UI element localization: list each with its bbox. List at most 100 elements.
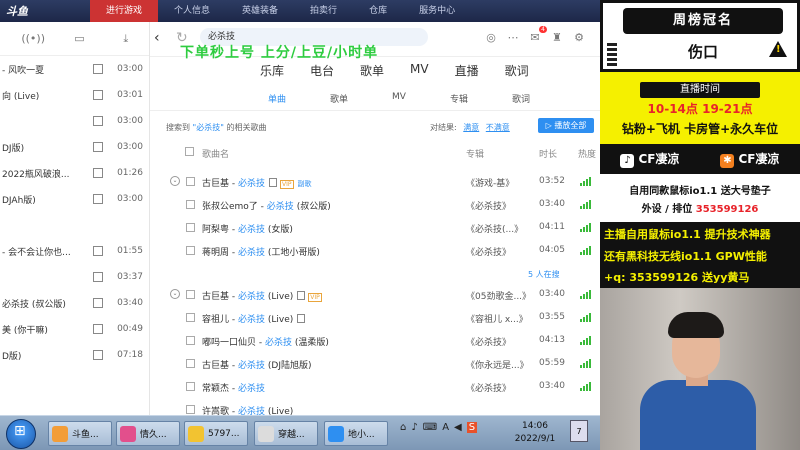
song-checkbox[interactable] <box>186 200 195 209</box>
song-row[interactable]: ⌄ 古巨基 - 必杀技 VIP 副歌 《游戏-基》 03:52 <box>150 171 600 194</box>
song-row[interactable]: 古巨基 - 必杀技 (DJ陆旭版) 《你永远是...》 05:59 <box>150 353 600 376</box>
song-row[interactable]: 张叔公emo了 - 必杀技 (叔公版) 《必杀技》 03:40 <box>150 194 600 217</box>
mv-icon[interactable] <box>297 314 306 323</box>
song-artist[interactable]: 嘟吗一口仙贝 <box>202 338 256 348</box>
tab-warehouse[interactable]: 仓库 <box>353 0 403 22</box>
song-name[interactable]: 必杀技 <box>238 361 265 371</box>
playlist-item[interactable]: - 会不会让你也... 01:55 <box>0 238 149 264</box>
song-checkbox[interactable] <box>186 290 195 299</box>
expand-icon[interactable]: ⌄ <box>170 176 180 186</box>
song-row[interactable]: 阿梨粤 - 必杀技 (女版) 《必杀技(...》 04:11 <box>150 217 600 240</box>
song-artist[interactable]: 蒋明周 <box>202 248 229 258</box>
playlist-item[interactable]: DJ版) 03:00 <box>0 134 149 160</box>
taskbar-item[interactable]: 地小... <box>324 421 388 446</box>
volume-icon[interactable]: ◀ <box>454 422 462 433</box>
mv-icon[interactable] <box>297 291 306 300</box>
song-artist[interactable]: 古巨基 <box>202 292 229 302</box>
tab-auction[interactable]: 拍卖行 <box>294 0 353 22</box>
song-album[interactable]: 《游戏-基》 <box>466 176 514 189</box>
tab-playlists[interactable]: 歌单 <box>360 62 384 79</box>
subtab-lyrics[interactable]: 歌词 <box>512 92 530 105</box>
song-album[interactable]: 《必杀技》 <box>466 245 511 258</box>
show-desktop-button[interactable]: 7 <box>570 420 588 442</box>
tab-radio[interactable]: 电台 <box>310 62 334 79</box>
song-artist[interactable]: 张叔公emo了 <box>202 202 258 212</box>
dots-icon[interactable]: ⋯ <box>506 30 520 44</box>
playlist-item[interactable]: 2022瓶风破浪... 01:26 <box>0 160 149 186</box>
mv-icon[interactable] <box>93 142 103 152</box>
start-button[interactable] <box>6 419 36 449</box>
mv-icon[interactable] <box>93 64 103 74</box>
song-album[interactable]: 《容祖儿 x...》 <box>466 312 528 325</box>
song-checkbox[interactable] <box>186 336 195 345</box>
playlist-item[interactable]: 03:00 <box>0 108 149 134</box>
song-artist[interactable]: 古巨基 <box>202 179 229 189</box>
mv-icon[interactable] <box>93 350 103 360</box>
song-checkbox[interactable] <box>186 177 195 186</box>
radio-icon[interactable]: ((•)) <box>21 32 45 46</box>
song-album[interactable]: 《你永远是...》 <box>466 358 529 371</box>
mv-icon[interactable] <box>93 168 103 178</box>
song-row[interactable]: ⌄ 古巨基 - 必杀技 (Live) VIP 《05劲歌金...》 03:40 <box>150 284 600 307</box>
song-artist[interactable]: 古巨基 <box>202 361 229 371</box>
playlist-item[interactable]: - 风吹一夏 03:00 <box>0 56 149 82</box>
playlist-item[interactable]: 向 (Live) 03:01 <box>0 82 149 108</box>
song-artist[interactable]: 常颖杰 <box>202 384 229 394</box>
tab-hero-equipment[interactable]: 英雄装备 <box>226 0 294 22</box>
song-checkbox[interactable] <box>186 405 195 414</box>
sogou-icon[interactable]: S <box>466 422 478 433</box>
skin-icon[interactable]: ♜ <box>550 30 564 44</box>
mv-icon[interactable] <box>93 194 103 204</box>
tab-live[interactable]: 直播 <box>455 62 479 79</box>
playlist-item[interactable]: DJAh版) 03:00 <box>0 186 149 212</box>
song-name[interactable]: 必杀技 <box>238 292 265 302</box>
song-album[interactable]: 《必杀技(...》 <box>466 222 523 235</box>
back-arrow-icon[interactable]: ‹ <box>154 30 160 46</box>
song-name[interactable]: 必杀技 <box>267 202 294 212</box>
song-checkbox[interactable] <box>186 313 195 322</box>
tab-service[interactable]: 服务中心 <box>403 0 471 22</box>
keyboard-icon[interactable]: ⌨ <box>423 422 437 433</box>
song-name[interactable]: 必杀技 <box>265 338 292 348</box>
feedback-satisfied-link[interactable]: 满意 <box>463 123 479 132</box>
song-album[interactable]: 《必杀技》 <box>466 335 511 348</box>
playlist-item[interactable]: D版) 07:18 <box>0 342 149 368</box>
playlist-item[interactable] <box>0 212 149 238</box>
song-row[interactable]: 嘟吗一口仙贝 - 必杀技 (温柔版) 《必杀技》 04:13 <box>150 330 600 353</box>
song-checkbox[interactable] <box>186 223 195 232</box>
tab-profile[interactable]: 个人信息 <box>158 0 226 22</box>
tab-lyrics[interactable]: 歌词 <box>505 62 529 79</box>
message-icon[interactable]: ✉ 4 <box>528 26 547 44</box>
select-all-checkbox[interactable] <box>185 147 194 156</box>
device-icon[interactable]: ▭ <box>72 32 86 46</box>
song-album[interactable]: 《必杀技》 <box>466 381 511 394</box>
playlist-item[interactable]: 美 (你干嘛) 00:49 <box>0 316 149 342</box>
taskbar-item[interactable]: 穿越... <box>254 421 318 446</box>
subtab-playlists[interactable]: 歌单 <box>330 92 348 105</box>
download-icon[interactable]: ⤓ <box>119 32 133 46</box>
taskbar-item[interactable]: 斗鱼... <box>48 421 112 446</box>
subtab-songs[interactable]: 单曲 <box>268 92 286 105</box>
clock[interactable]: 14:06 2022/9/1 <box>505 420 565 446</box>
song-name[interactable]: 必杀技 <box>238 179 265 189</box>
mv-icon[interactable] <box>269 178 278 187</box>
tab-play-game[interactable]: 进行游戏 <box>90 0 159 22</box>
song-album[interactable]: 《必杀技》 <box>466 199 511 212</box>
playlist-item[interactable]: 必杀技 (叔公版) 03:40 <box>0 290 149 316</box>
expand-icon[interactable]: ⌄ <box>170 289 180 299</box>
lyric-tag[interactable]: 副歌 <box>298 180 312 188</box>
song-row[interactable]: 容祖儿 - 必杀技 (Live) 《容祖儿 x...》 03:55 <box>150 307 600 330</box>
ime-icon[interactable]: A <box>442 422 449 433</box>
mv-icon[interactable] <box>93 90 103 100</box>
taskbar-item[interactable]: 5797... <box>184 421 248 446</box>
playlist-item[interactable]: 03:37 <box>0 264 149 290</box>
song-checkbox[interactable] <box>186 246 195 255</box>
mv-icon[interactable] <box>93 272 103 282</box>
song-name[interactable]: 必杀技 <box>238 248 265 258</box>
network-icon[interactable]: ⌂ <box>400 422 406 433</box>
tab-library[interactable]: 乐库 <box>260 62 284 79</box>
mv-icon[interactable] <box>93 246 103 256</box>
mv-icon[interactable] <box>93 298 103 308</box>
song-name[interactable]: 必杀技 <box>238 384 265 394</box>
song-checkbox[interactable] <box>186 382 195 391</box>
